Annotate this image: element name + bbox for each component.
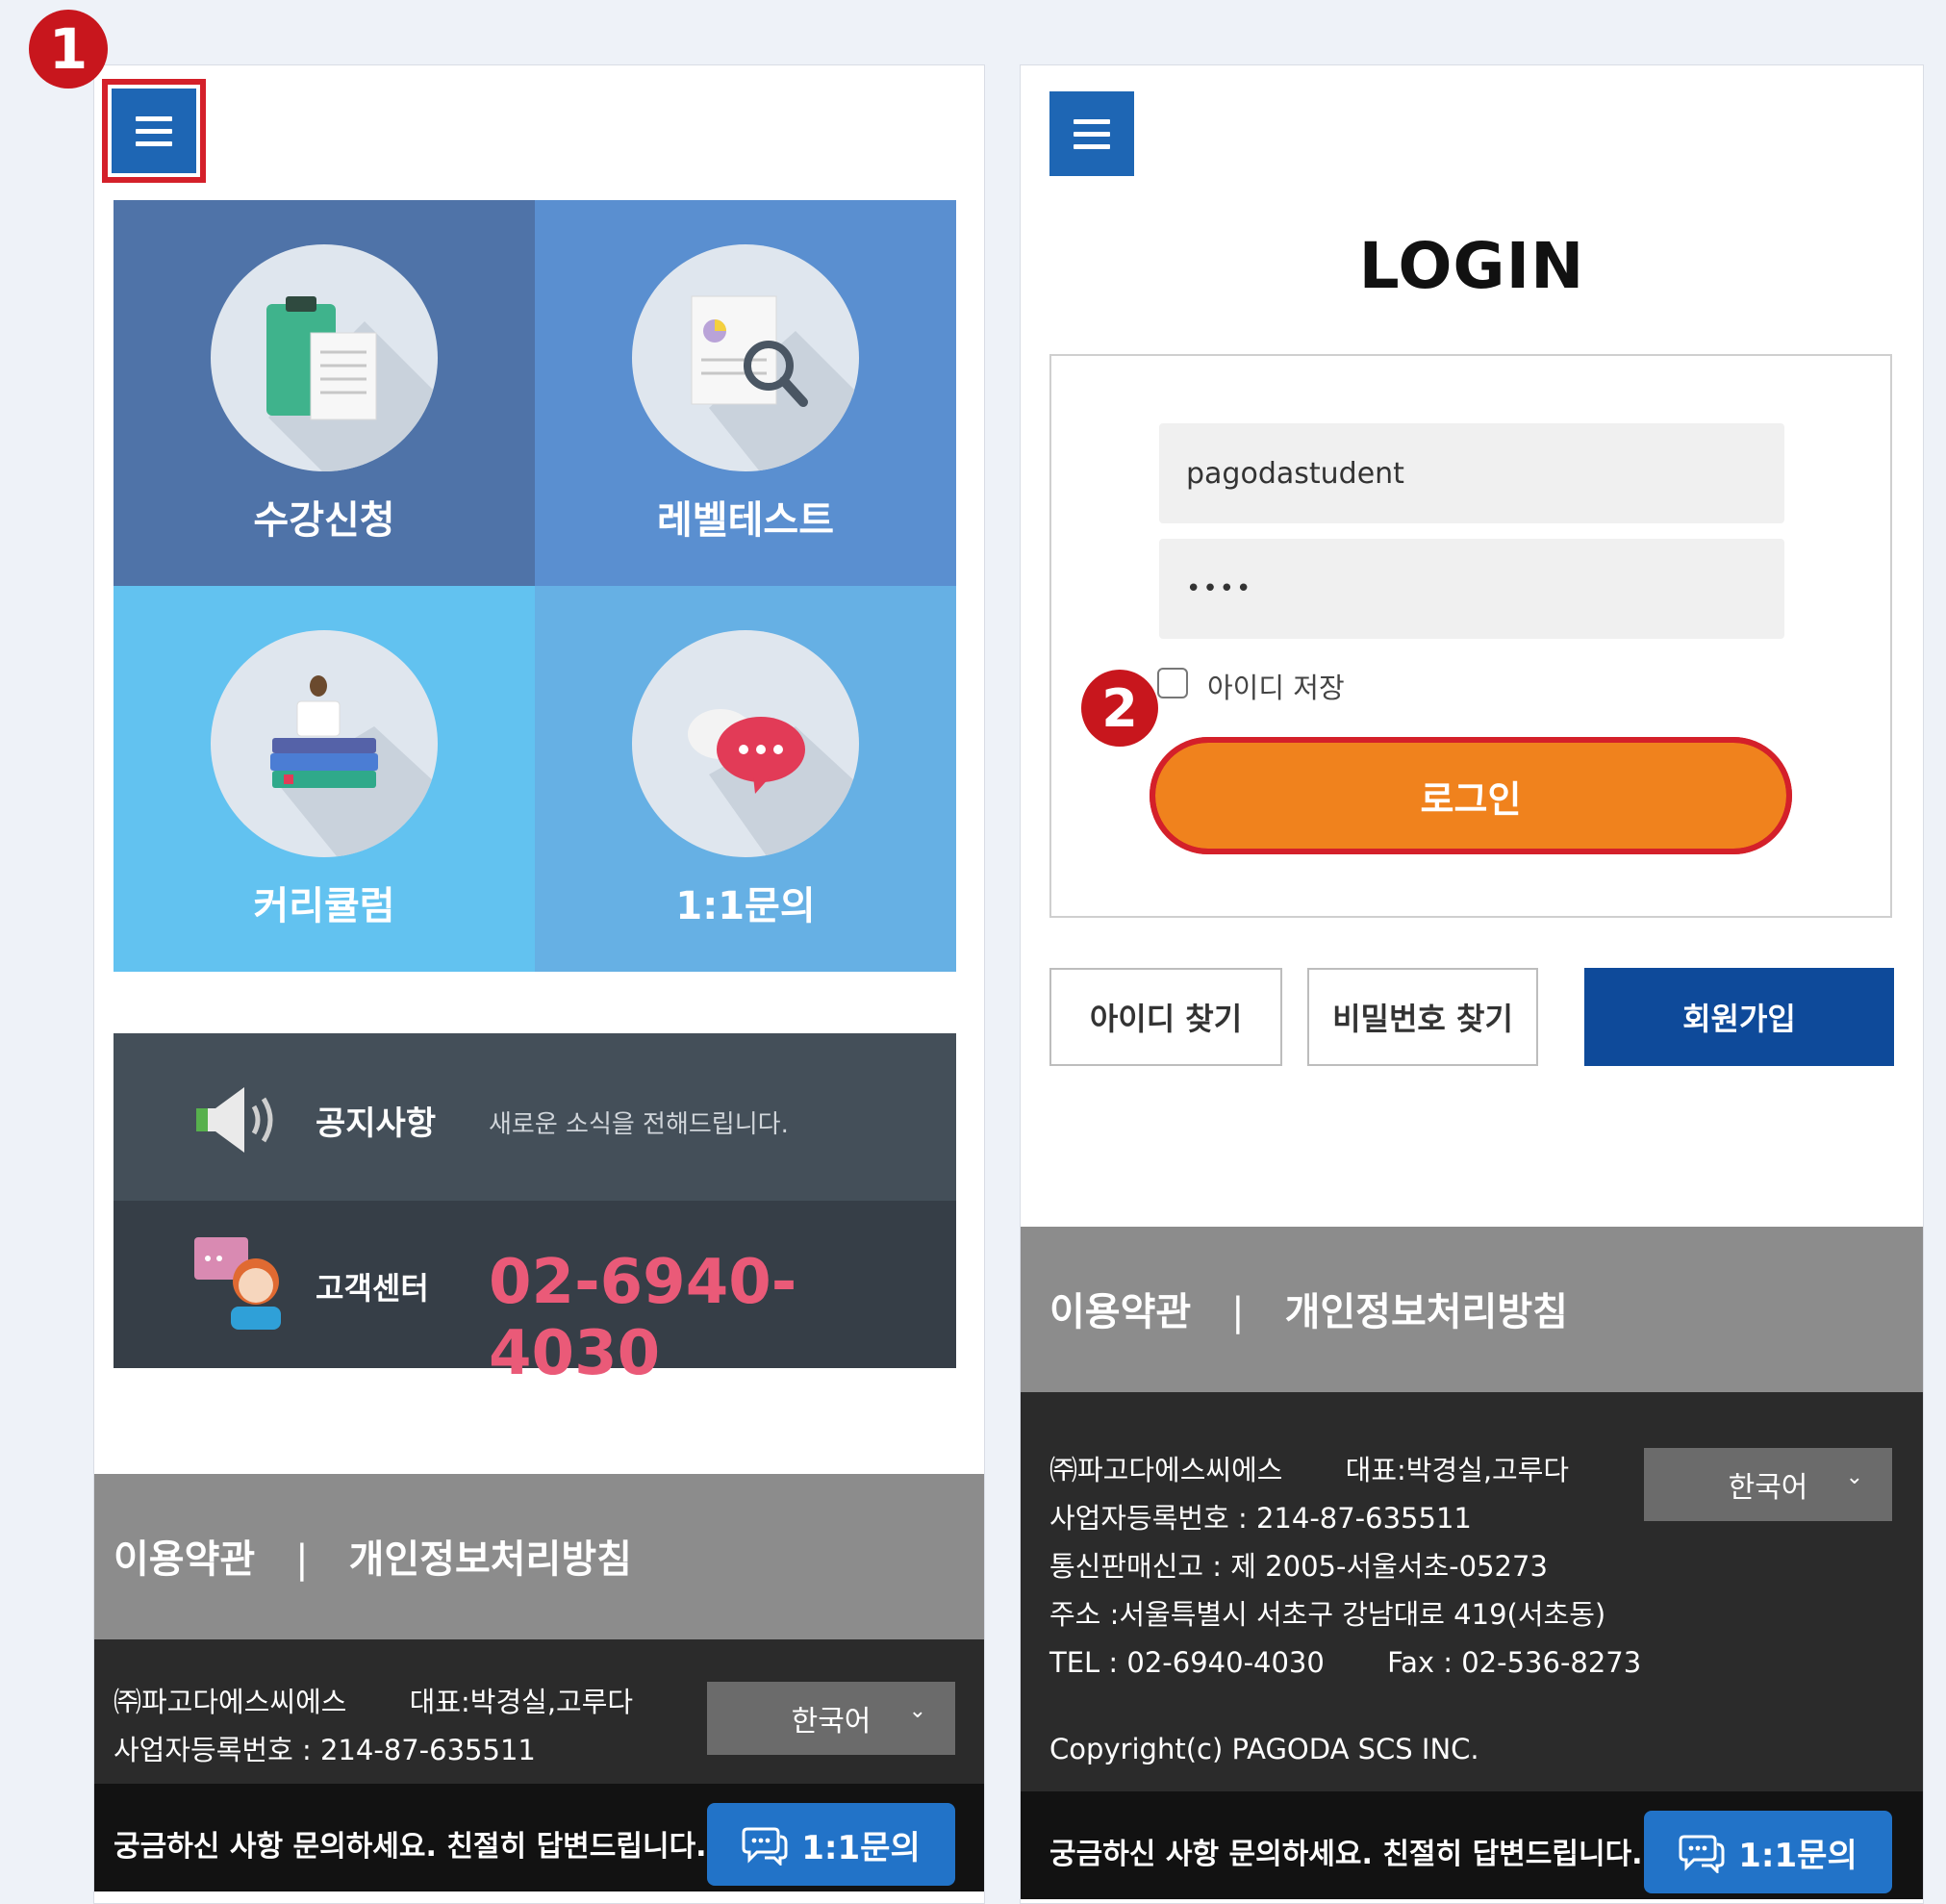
footer-info: ㈜파고다에스씨에스 대표:박경실,고루다 사업자등록번호 : 214-87-63… — [94, 1639, 984, 1803]
login-panel: LOGIN 아이디 저장 로그인 아이디 찾기 비밀번호 찾기 회원가입 이용약… — [1020, 64, 1924, 1904]
customer-center-phone[interactable]: 02-6940-4030 — [489, 1247, 956, 1389]
company-name: ㈜파고다에스씨에스 — [114, 1686, 347, 1718]
tile-inquiry[interactable]: 1:1문의 — [535, 586, 956, 972]
speaker-icon — [190, 1083, 283, 1160]
join-button[interactable]: 회원가입 — [1584, 968, 1894, 1066]
notice-subtitle: 새로운 소식을 전해드립니다. — [489, 1110, 789, 1139]
chat-icon — [742, 1827, 788, 1866]
terms-link[interactable]: 이용약관 — [1049, 1290, 1191, 1334]
copyright: Copyright(c) PAGODA SCS INC. — [1049, 1733, 1479, 1765]
menu-button[interactable] — [102, 79, 206, 183]
tile-course-registration[interactable]: 수강신청 — [114, 200, 535, 586]
username-input[interactable] — [1159, 423, 1784, 523]
tile-label: 1:1문의 — [675, 884, 816, 928]
inquiry-text: 궁금하신 사항 문의하세요. 친절히 답변드립니다. — [1049, 1838, 1643, 1871]
footer-info: ㈜파고다에스씨에스 대표:박경실,고루다 사업자등록번호 : 214-87-63… — [1021, 1392, 1923, 1796]
business-number: 사업자등록번호 : 214-87-635511 — [1049, 1502, 1472, 1535]
quick-menu-grid: 수강신청 레벨테스트 커리큘럼 1:1문의 — [114, 200, 956, 972]
customer-center-title: 고객센터 — [316, 1270, 429, 1307]
language-select[interactable]: 한국어 ⌄ — [707, 1682, 955, 1755]
books-coffee-icon — [211, 630, 438, 857]
company-tel: TEL : 02-6940-4030 — [1049, 1646, 1325, 1679]
remember-id-checkbox[interactable] — [1157, 668, 1188, 698]
menu-button[interactable] — [1049, 91, 1134, 176]
clipboard-icon — [211, 244, 438, 471]
step-1-marker: 1 — [29, 10, 108, 89]
footer-separator: | — [295, 1537, 309, 1582]
company-address: 주소 :서울특별시 서초구 강남대로 419(서초동) — [1049, 1598, 1606, 1631]
chevron-down-icon: ⌄ — [908, 1699, 926, 1723]
tile-curriculum[interactable]: 커리큘럼 — [114, 586, 535, 972]
remember-id-label: 아이디 저장 — [1207, 672, 1345, 704]
page-title: LOGIN — [1358, 229, 1585, 303]
notice-title: 공지사항 — [316, 1104, 437, 1143]
language-select[interactable]: 한국어 ⌄ — [1644, 1448, 1892, 1521]
customer-agent-icon — [194, 1237, 291, 1333]
business-number: 사업자등록번호 : 214-87-635511 — [114, 1734, 536, 1766]
tile-label: 수강신청 — [253, 498, 395, 543]
footer-links-bar: 이용약관 | 개인정보처리방침 — [1021, 1227, 1923, 1392]
menu-icon — [136, 115, 172, 121]
home-panel: 수강신청 레벨테스트 커리큘럼 1:1문의 공지사항 새로운 소식을 전해드립니… — [93, 64, 985, 1904]
notice-row[interactable]: 공지사항 새로운 소식을 전해드립니다. — [114, 1033, 956, 1201]
company-name: ㈜파고다에스씨에스 — [1049, 1454, 1283, 1486]
document-search-icon — [632, 244, 859, 471]
inquiry-bar: 궁금하신 사항 문의하세요. 친절히 답변드립니다. 1:1문의 — [1021, 1791, 1923, 1899]
tile-label: 커리큘럼 — [253, 884, 395, 928]
terms-link[interactable]: 이용약관 — [114, 1537, 255, 1582]
login-button[interactable]: 로그인 — [1150, 737, 1792, 854]
password-input[interactable] — [1159, 539, 1784, 639]
telecom-registration: 통신판매신고 : 제 2005-서울서초-05273 — [1049, 1550, 1548, 1583]
footer-separator: | — [1231, 1290, 1245, 1334]
tile-level-test[interactable]: 레벨테스트 — [535, 200, 956, 586]
customer-center-row[interactable]: 고객센터 02-6940-4030 — [114, 1201, 956, 1389]
step-2-marker: 2 — [1081, 670, 1158, 747]
find-id-button[interactable]: 아이디 찾기 — [1049, 968, 1282, 1066]
find-password-button[interactable]: 비밀번호 찾기 — [1307, 968, 1538, 1066]
privacy-link[interactable]: 개인정보처리방침 — [1285, 1290, 1568, 1334]
chat-icon — [1679, 1835, 1725, 1873]
menu-icon — [1074, 118, 1110, 124]
chat-bubble-icon — [632, 630, 859, 857]
inquiry-text: 궁금하신 사항 문의하세요. 친절히 답변드립니다. — [114, 1830, 707, 1864]
company-fax: Fax : 02-536-8273 — [1387, 1646, 1642, 1679]
ceo-name: 대표:박경실,고루다 — [409, 1686, 634, 1718]
footer-links-bar: 이용약관 | 개인정보처리방침 — [94, 1474, 984, 1639]
tile-label: 레벨테스트 — [657, 498, 834, 543]
inquiry-bar: 궁금하신 사항 문의하세요. 친절히 답변드립니다. 1:1문의 — [94, 1784, 984, 1891]
chat-inquiry-button[interactable]: 1:1문의 — [1644, 1811, 1892, 1893]
privacy-link[interactable]: 개인정보처리방침 — [349, 1537, 632, 1582]
chevron-down-icon: ⌄ — [1845, 1465, 1863, 1489]
login-form: 아이디 저장 로그인 — [1049, 354, 1892, 918]
chat-inquiry-button[interactable]: 1:1문의 — [707, 1803, 955, 1886]
ceo-name: 대표:박경실,고루다 — [1345, 1454, 1570, 1486]
